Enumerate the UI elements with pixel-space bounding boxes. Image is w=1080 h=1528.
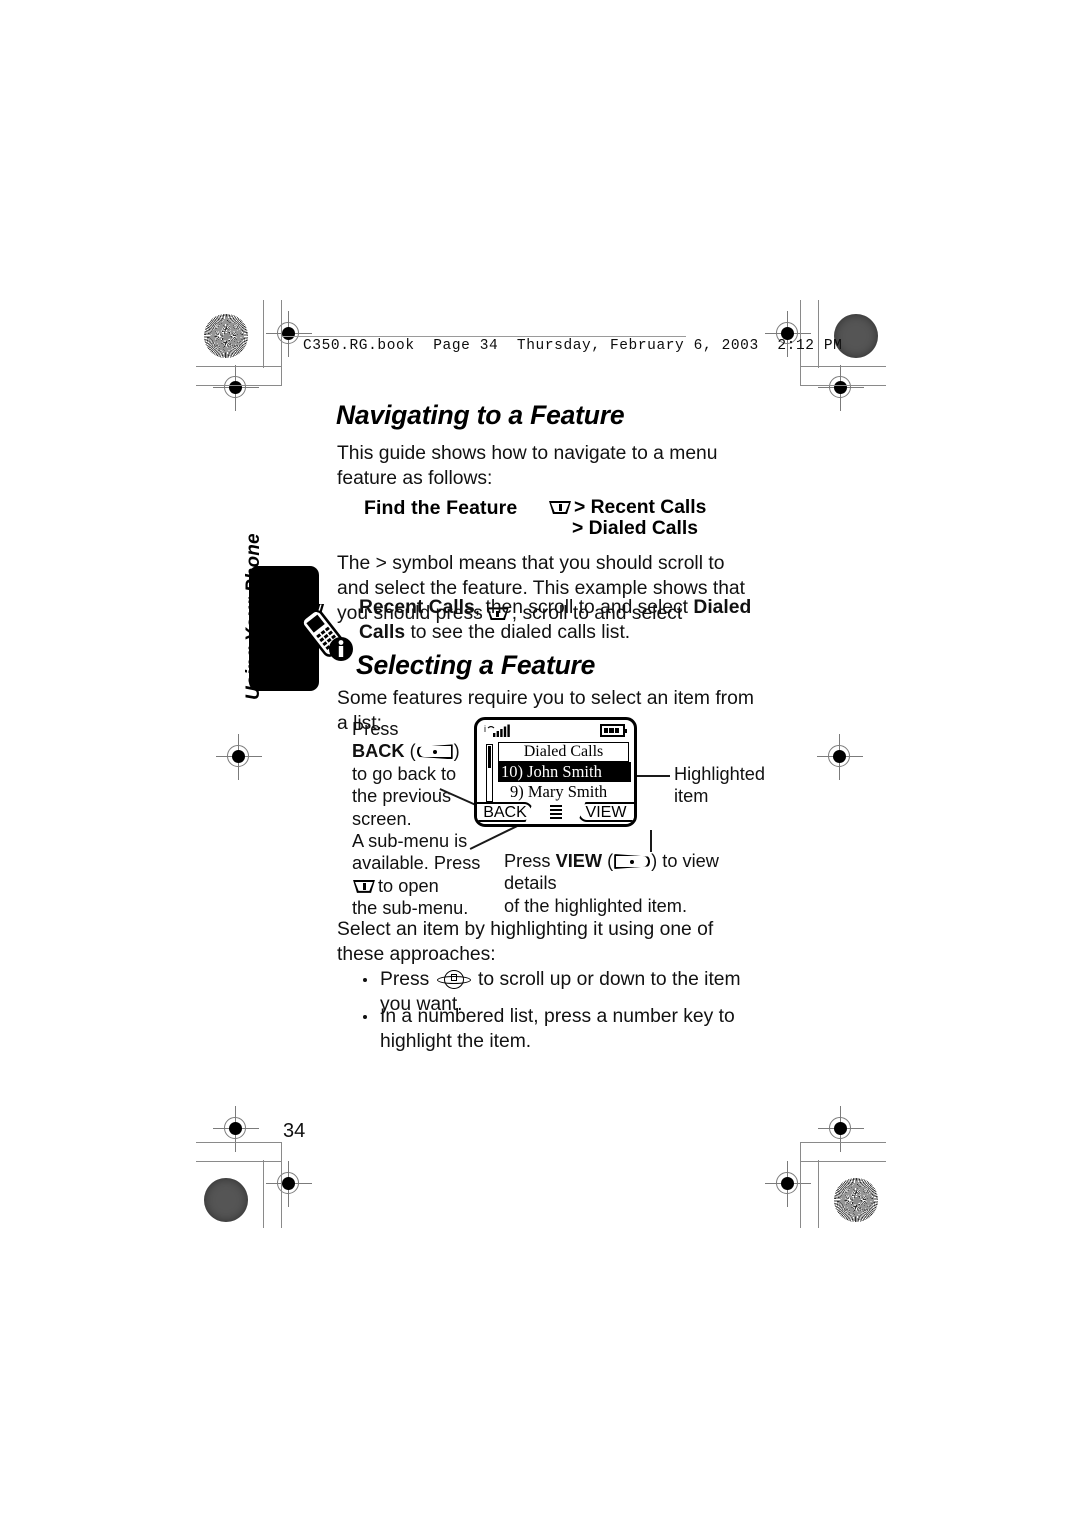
crop-crosshair-bottom-right-upper [818, 1106, 864, 1152]
menu-list-icon[interactable] [549, 805, 562, 820]
callout-submenu: A sub-menu is available. Press to open t… [352, 830, 492, 920]
crop-rule-br-v2 [818, 1160, 820, 1228]
callout-highlighted-item: Highlighted item [674, 763, 794, 808]
callout-view-keyname: VIEW [555, 851, 603, 871]
bullet-item-numbered: In a numbered list, press a number key t… [380, 1006, 735, 1053]
find-the-feature-label: Find the Feature [364, 497, 518, 519]
callout-back-line-3: to go back to [352, 763, 457, 784]
left-softkey-icon [416, 744, 453, 760]
phone-softkey-bar: BACK VIEW [477, 800, 634, 824]
nav-key-icon [436, 970, 471, 989]
crop-rule-bl-v2 [281, 1142, 283, 1228]
phone-display-illustration: i Dialed Calls 10) John Smith 9) Mary Sm… [474, 717, 637, 827]
battery-icon [600, 724, 627, 737]
crop-rule-bl-h2 [196, 1161, 282, 1163]
bullet-marker [363, 1015, 368, 1020]
phone-status-bar: i [477, 720, 634, 740]
crop-rule-tr-v2 [818, 300, 820, 368]
menu-key-icon [353, 879, 375, 893]
callout-back-line-2: BACK () [352, 741, 460, 762]
page-number: 34 [283, 1120, 306, 1142]
explanation-part-3: , then scroll to and select [474, 597, 689, 618]
crop-rule-tl-v [263, 300, 265, 368]
phone-list-title: Dialed Calls [498, 742, 629, 762]
paragraph-navigating-intro: This guide shows how to navigate to a me… [337, 443, 718, 490]
phone-scrollbar-thumb[interactable] [488, 746, 492, 769]
scanned-manual-page: C350.RG.book Page 34 Thursday, February … [0, 0, 1080, 1528]
find-path-text-1: > Recent Calls [574, 497, 707, 518]
crop-rule-bl-h [196, 1142, 282, 1144]
paragraph-select-approaches: Select an item by highlighting it using … [337, 919, 714, 966]
explanation-bold-recent-calls: Recent Calls [359, 597, 475, 618]
heading-selecting-a-feature: Selecting a Feature [356, 650, 596, 680]
find-the-feature-path-line-1: > Recent Calls [548, 497, 706, 519]
thumb-tab-label: Using Your Phone [243, 533, 264, 700]
crop-rule-tl-h2 [196, 385, 282, 387]
crop-rule-tl-v2 [281, 300, 283, 386]
callout-back-line-5: screen. [352, 808, 412, 829]
running-header: C350.RG.book Page 34 Thursday, February … [303, 338, 843, 354]
callout-back-line-1: Press [352, 719, 399, 739]
leader-line-view [650, 830, 652, 852]
menu-key-icon [549, 501, 571, 514]
crop-rule-tl-h [196, 366, 282, 368]
registration-rosette-top-left [204, 314, 248, 358]
callout-highlighted-line-2: item [674, 786, 709, 807]
crop-rule-tr-h2 [800, 385, 886, 387]
phone-scrollbar[interactable] [486, 744, 493, 802]
callout-highlighted-line-1: Highlighted [674, 764, 765, 784]
heading-navigating-to-a-feature: Navigating to a Feature [336, 400, 625, 430]
crop-crosshair-mid-left [216, 734, 262, 780]
crop-rule-tr-h [800, 366, 886, 368]
crop-crosshair-bottom-right-lower [765, 1161, 811, 1207]
crop-crosshair-top-left-lower [213, 365, 259, 411]
registration-rosette-bottom-right [834, 1178, 878, 1222]
signal-strength-icon: i [484, 723, 514, 738]
phone-list-item[interactable]: 9) Mary Smith [498, 782, 631, 802]
registration-disc-bottom-left [204, 1178, 248, 1222]
callout-view-prefix: Press [504, 851, 551, 871]
callout-submenu-line-2: available. Press [352, 853, 481, 874]
svg-text:i: i [484, 724, 486, 734]
crop-crosshair-top-right-lower [818, 365, 864, 411]
callout-submenu-open-text: to open [378, 875, 439, 896]
crop-crosshair-bottom-left-upper [213, 1106, 259, 1152]
callout-view-key: Press VIEW () to view details of the hig… [504, 850, 774, 917]
phone-softkey-view[interactable]: VIEW [578, 802, 634, 822]
find-the-feature-path-line-2: > Dialed Calls [572, 518, 698, 539]
crop-crosshair-bottom-left-lower [266, 1161, 312, 1207]
callout-back-keyname: BACK [352, 741, 405, 762]
phone-softkey-back[interactable]: BACK [477, 802, 533, 822]
crop-rule-bl-v [263, 1160, 265, 1228]
right-softkey-icon [614, 854, 651, 869]
crop-crosshair-mid-right [817, 734, 863, 780]
crop-rule-br-v [800, 1142, 802, 1228]
bullet-marker [363, 978, 368, 983]
paragraph-explanation-line-2: Recent Calls, then scroll to and select … [359, 595, 759, 645]
phone-list-item-highlighted[interactable]: 10) John Smith [498, 762, 631, 782]
bullet-scroll-prefix: Press [380, 969, 430, 990]
callout-back-key: Press BACK () to go back to the previous… [352, 718, 474, 830]
callout-view-line-2: of the highlighted item. [504, 895, 688, 916]
crop-rule-br-h [800, 1142, 886, 1144]
leader-line-highlighted [636, 775, 670, 777]
callout-view-line-1: Press VIEW () to view details [504, 851, 719, 894]
crop-rule-br-h2 [800, 1161, 886, 1163]
callout-submenu-line-3: to open [352, 875, 492, 897]
explanation-part-4: to see the dialed calls list. [410, 622, 631, 644]
